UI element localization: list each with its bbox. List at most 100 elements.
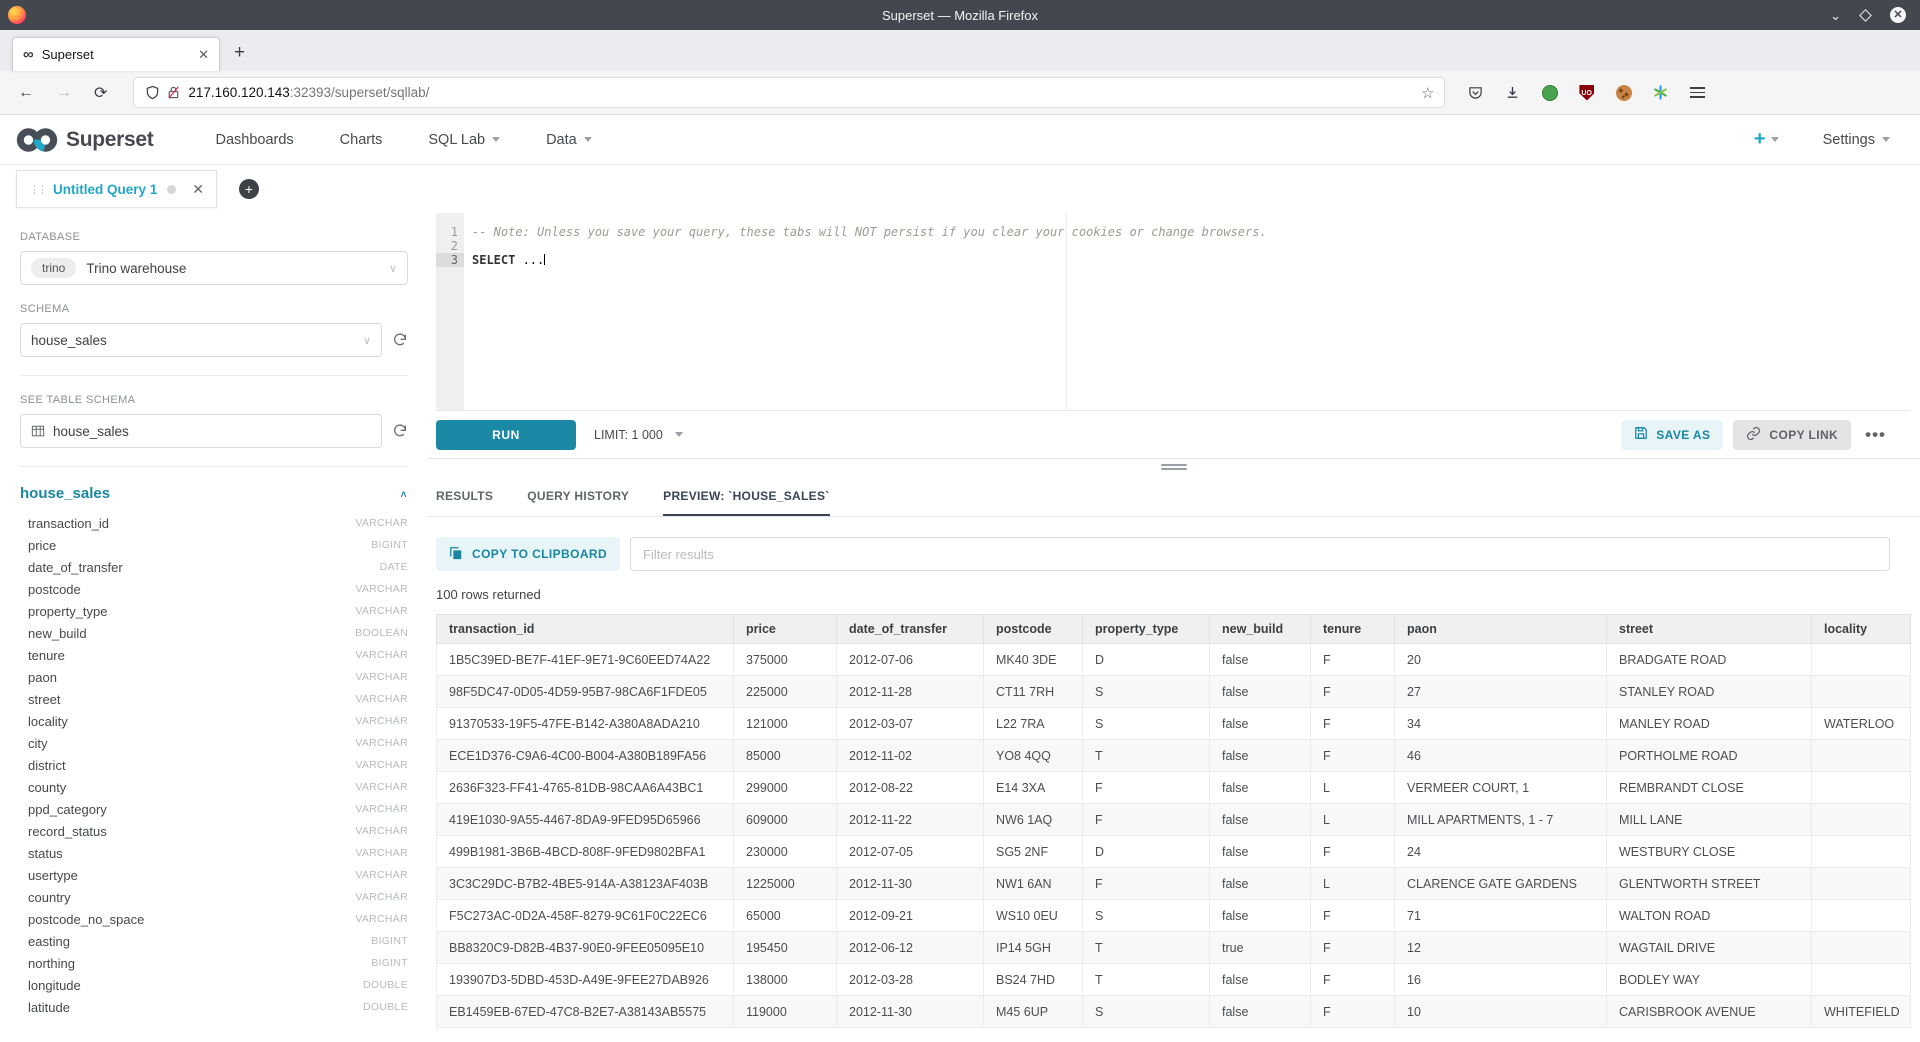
tab-query-history[interactable]: QUERY HISTORY <box>527 477 629 516</box>
column-list-item[interactable]: property_type VARCHAR <box>20 600 408 622</box>
cookie-extension-icon[interactable] <box>1615 84 1632 101</box>
column-header[interactable]: property_type <box>1083 615 1210 644</box>
limit-dropdown[interactable]: LIMIT: 1 000 <box>594 428 683 442</box>
column-list-item[interactable]: paon VARCHAR <box>20 666 408 688</box>
drag-handle-icon[interactable]: ⋮⋮ <box>29 183 45 196</box>
column-list-item[interactable]: easting BIGINT <box>20 930 408 952</box>
column-list-item[interactable]: district VARCHAR <box>20 754 408 776</box>
more-actions-button[interactable]: ••• <box>1861 425 1890 445</box>
query-tab-title[interactable]: Untitled Query 1 <box>53 182 157 197</box>
column-list-item[interactable]: street VARCHAR <box>20 688 408 710</box>
window-maximize-icon[interactable] <box>1859 9 1872 22</box>
column-list-item[interactable]: usertype VARCHAR <box>20 864 408 886</box>
window-close-icon[interactable]: ✕ <box>1890 7 1906 23</box>
editor-code[interactable]: -- Note: Unless you save your query, the… <box>464 213 1267 410</box>
add-query-tab-button[interactable]: + <box>239 179 259 199</box>
column-list-item[interactable]: locality VARCHAR <box>20 710 408 732</box>
menu-hamburger-icon[interactable] <box>1689 84 1706 101</box>
pocket-icon[interactable] <box>1467 84 1484 101</box>
sql-editor[interactable]: 1 2 3 -- Note: Unless you save your quer… <box>436 213 1910 411</box>
column-header[interactable]: date_of_transfer <box>837 615 984 644</box>
downloads-icon[interactable] <box>1504 84 1521 101</box>
table-row[interactable]: 2636F323-FF41-4765-81DB-98CAA6A43BC1 299… <box>437 772 1911 804</box>
table-row[interactable]: BB8320C9-D82B-4B37-90E0-9FEE05095E10 195… <box>437 932 1911 964</box>
column-header[interactable]: paon <box>1395 615 1607 644</box>
refresh-schema-icon[interactable] <box>392 332 408 348</box>
nav-item-dashboards[interactable]: Dashboards <box>215 132 293 148</box>
column-list-item[interactable]: country VARCHAR <box>20 886 408 908</box>
superset-wordmark[interactable]: Superset <box>66 128 153 152</box>
copy-to-clipboard-button[interactable]: COPY TO CLIPBOARD <box>436 537 620 571</box>
column-list-item[interactable]: status VARCHAR <box>20 842 408 864</box>
column-list-item[interactable]: longitude DOUBLE <box>20 974 408 996</box>
column-list-item[interactable]: northing BIGINT <box>20 952 408 974</box>
superset-logo-icon[interactable] <box>14 125 60 155</box>
column-list-item[interactable]: price BIGINT <box>20 534 408 556</box>
column-list-item[interactable]: date_of_transfer DATE <box>20 556 408 578</box>
column-header[interactable]: price <box>734 615 837 644</box>
run-button[interactable]: RUN <box>436 420 576 450</box>
reload-icon[interactable]: ⟳ <box>94 83 107 103</box>
column-list-item[interactable]: tenure VARCHAR <box>20 644 408 666</box>
table-row[interactable]: 98F5DC47-0D05-4D59-95B7-98CA6F1FDE05 225… <box>437 676 1911 708</box>
new-plus-button[interactable]: + <box>1754 128 1779 151</box>
url-bar[interactable]: 217.160.120.143:32393/superset/sqllab/ ☆ <box>133 77 1445 108</box>
column-header[interactable]: new_build <box>1210 615 1311 644</box>
column-header[interactable]: postcode <box>984 615 1083 644</box>
table-row[interactable]: F5C273AC-0D2A-458F-8279-9C61F0C22EC6 650… <box>437 900 1911 932</box>
table-row[interactable]: 193907D3-5DBD-453D-A49E-9FEE27DAB926 138… <box>437 964 1911 996</box>
asterisk-extension-icon[interactable] <box>1652 84 1669 101</box>
privacy-badger-icon[interactable] <box>1541 84 1558 101</box>
new-tab-button[interactable]: + <box>234 42 245 64</box>
database-select[interactable]: trino Trino warehouse ∨ <box>20 251 408 285</box>
save-as-button[interactable]: SAVE AS <box>1621 420 1723 450</box>
column-header[interactable]: transaction_id <box>437 615 734 644</box>
column-list-item[interactable]: latitude DOUBLE <box>20 996 408 1018</box>
column-list-item[interactable]: postcode_no_space VARCHAR <box>20 908 408 930</box>
browser-tab[interactable]: ∞ Superset ✕ <box>12 37 220 71</box>
column-list-item[interactable]: new_build BOOLEAN <box>20 622 408 644</box>
tracking-shield-icon[interactable] <box>144 84 161 101</box>
tab-preview-house-sales[interactable]: PREVIEW: `HOUSE_SALES` <box>663 477 829 516</box>
table-row[interactable]: 1B5C39ED-BE7F-41EF-9E71-9C60EED74A22 375… <box>437 644 1911 676</box>
table-row[interactable]: 3C3C29DC-B7B2-4BE5-914A-A38123AF403B 122… <box>437 868 1911 900</box>
ublock-icon[interactable]: UO <box>1578 84 1595 101</box>
tab-results[interactable]: RESULTS <box>436 477 493 516</box>
refresh-table-icon[interactable] <box>392 423 408 439</box>
column-list-item[interactable]: postcode VARCHAR <box>20 578 408 600</box>
table-select[interactable]: house_sales <box>20 414 382 448</box>
table-row[interactable]: 419E1030-9A55-4467-8DA9-9FED95D65966 609… <box>437 804 1911 836</box>
column-list-item[interactable]: record_status VARCHAR <box>20 820 408 842</box>
chevron-down-icon <box>492 137 500 142</box>
filter-results-input[interactable] <box>630 537 1890 571</box>
table-row[interactable]: 91370533-19F5-47FE-B142-A380A8ADA210 121… <box>437 708 1911 740</box>
column-list-item[interactable]: transaction_id VARCHAR <box>20 512 408 534</box>
resize-handle-icon[interactable] <box>1161 464 1187 470</box>
query-tab-close-icon[interactable]: ✕ <box>192 181 204 198</box>
table-row[interactable]: ECE1D376-C9A6-4C00-B004-A380B189FA56 850… <box>437 740 1911 772</box>
table-row[interactable]: EB1459EB-67ED-47C8-B2E7-A38143AB5575 119… <box>437 996 1911 1028</box>
column-type: VARCHAR <box>355 869 408 881</box>
column-header[interactable]: tenure <box>1311 615 1395 644</box>
table-row[interactable]: 499B1981-3B6B-4BCD-808F-9FED9802BFA1 230… <box>437 836 1911 868</box>
chevron-up-icon[interactable]: ∧ <box>399 488 408 499</box>
nav-item-sql-lab[interactable]: SQL Lab <box>428 132 500 148</box>
column-list-item[interactable]: city VARCHAR <box>20 732 408 754</box>
column-header[interactable]: locality <box>1812 615 1911 644</box>
column-list-item[interactable]: ppd_category VARCHAR <box>20 798 408 820</box>
copy-link-button[interactable]: COPY LINK <box>1733 420 1851 450</box>
window-minimize-icon[interactable]: ⌄ <box>1830 9 1841 22</box>
nav-item-charts[interactable]: Charts <box>340 132 383 148</box>
lock-slash-icon[interactable] <box>165 84 182 101</box>
bookmark-star-icon[interactable]: ☆ <box>1421 84 1434 102</box>
tab-close-icon[interactable]: ✕ <box>198 47 209 63</box>
nav-item-data[interactable]: Data <box>546 132 592 148</box>
column-list-item[interactable]: county VARCHAR <box>20 776 408 798</box>
back-icon[interactable]: ← <box>18 84 34 102</box>
column-header[interactable]: street <box>1607 615 1812 644</box>
settings-menu[interactable]: Settings <box>1823 132 1890 148</box>
table-schema-heading[interactable]: house_sales <box>20 485 110 502</box>
query-tab[interactable]: ⋮⋮ Untitled Query 1 ✕ <box>16 170 217 208</box>
forward-icon[interactable]: → <box>56 84 72 102</box>
schema-select[interactable]: house_sales ∨ <box>20 323 382 357</box>
